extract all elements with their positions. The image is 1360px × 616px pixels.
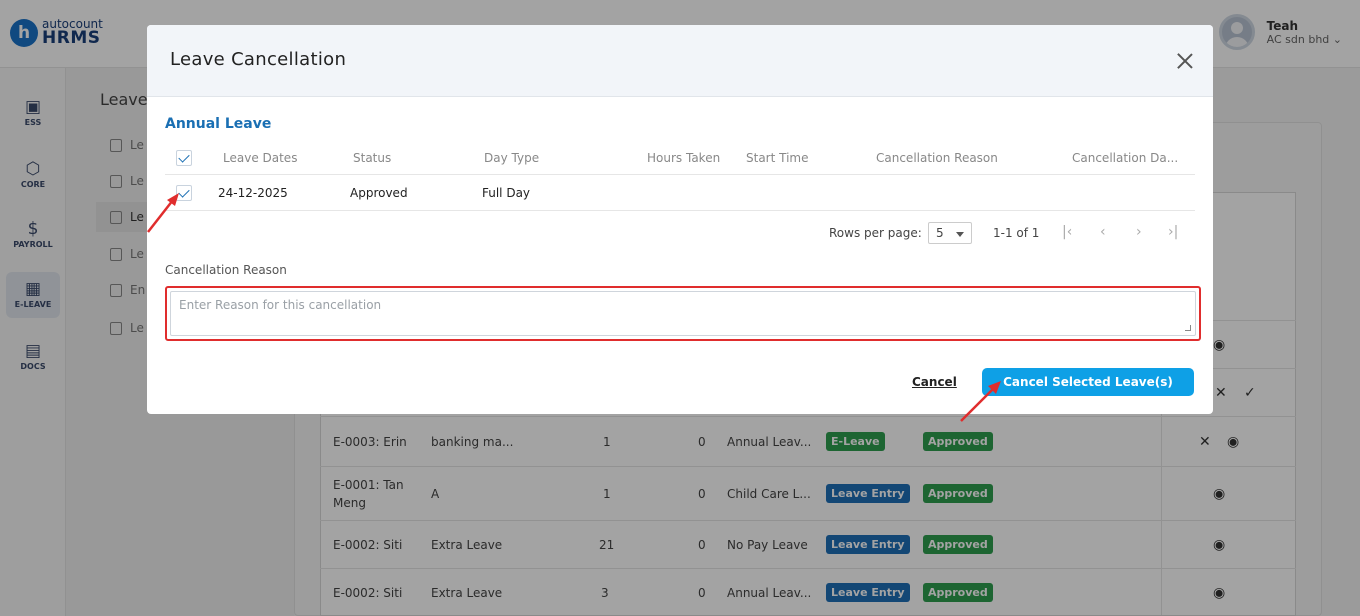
cancellation-reason-label: Cancellation Reason: [165, 263, 287, 277]
page-range: 1-1 of 1: [993, 226, 1040, 240]
status-cell: Approved: [350, 186, 408, 200]
select-all-checkbox[interactable]: [176, 150, 192, 166]
leave-type-heading: Annual Leave: [165, 116, 272, 132]
leave-cancellation-dialog: Leave Cancellation Annual Leave Leave Da…: [147, 25, 1213, 414]
cancel-selected-leaves-button[interactable]: Cancel Selected Leave(s): [982, 368, 1194, 396]
rows-per-page-value: 5: [936, 226, 944, 240]
leave-date-cell: 24-12-2025: [218, 186, 288, 200]
rows-per-page-select[interactable]: 5: [928, 222, 972, 244]
cancellation-table-header: Leave Dates Status Day Type Hours Taken …: [165, 140, 1195, 175]
pagination: Rows per page: 5 1-1 of 1 |‹ ‹ › ›|: [147, 221, 1213, 247]
first-page-icon[interactable]: |‹: [1062, 224, 1072, 240]
next-page-icon[interactable]: ›: [1136, 224, 1142, 240]
column-header[interactable]: Day Type: [484, 151, 539, 165]
dialog-title: Leave Cancellation: [170, 49, 347, 70]
table-row[interactable]: 24-12-2025 Approved Full Day: [165, 175, 1195, 211]
rows-per-page-label: Rows per page:: [829, 226, 922, 240]
last-page-icon[interactable]: ›|: [1168, 224, 1178, 240]
prev-page-icon[interactable]: ‹: [1100, 224, 1106, 240]
dialog-header: Leave Cancellation: [147, 25, 1213, 97]
cancellation-reason-highlight: [165, 286, 1201, 341]
cancel-button[interactable]: Cancel: [912, 375, 957, 389]
caret-down-icon: [956, 232, 964, 237]
column-header[interactable]: Cancellation Reason: [876, 151, 998, 165]
day-type-cell: Full Day: [482, 186, 531, 200]
column-header[interactable]: Leave Dates: [223, 151, 297, 165]
column-header[interactable]: Hours Taken: [647, 151, 720, 165]
close-icon[interactable]: [1175, 51, 1195, 71]
row-checkbox[interactable]: [176, 185, 192, 201]
column-header[interactable]: Status: [353, 151, 391, 165]
resize-handle-icon[interactable]: [1185, 325, 1191, 331]
column-header[interactable]: Cancellation Da...: [1072, 151, 1178, 165]
cancellation-reason-input[interactable]: [170, 291, 1196, 336]
column-header[interactable]: Start Time: [746, 151, 809, 165]
